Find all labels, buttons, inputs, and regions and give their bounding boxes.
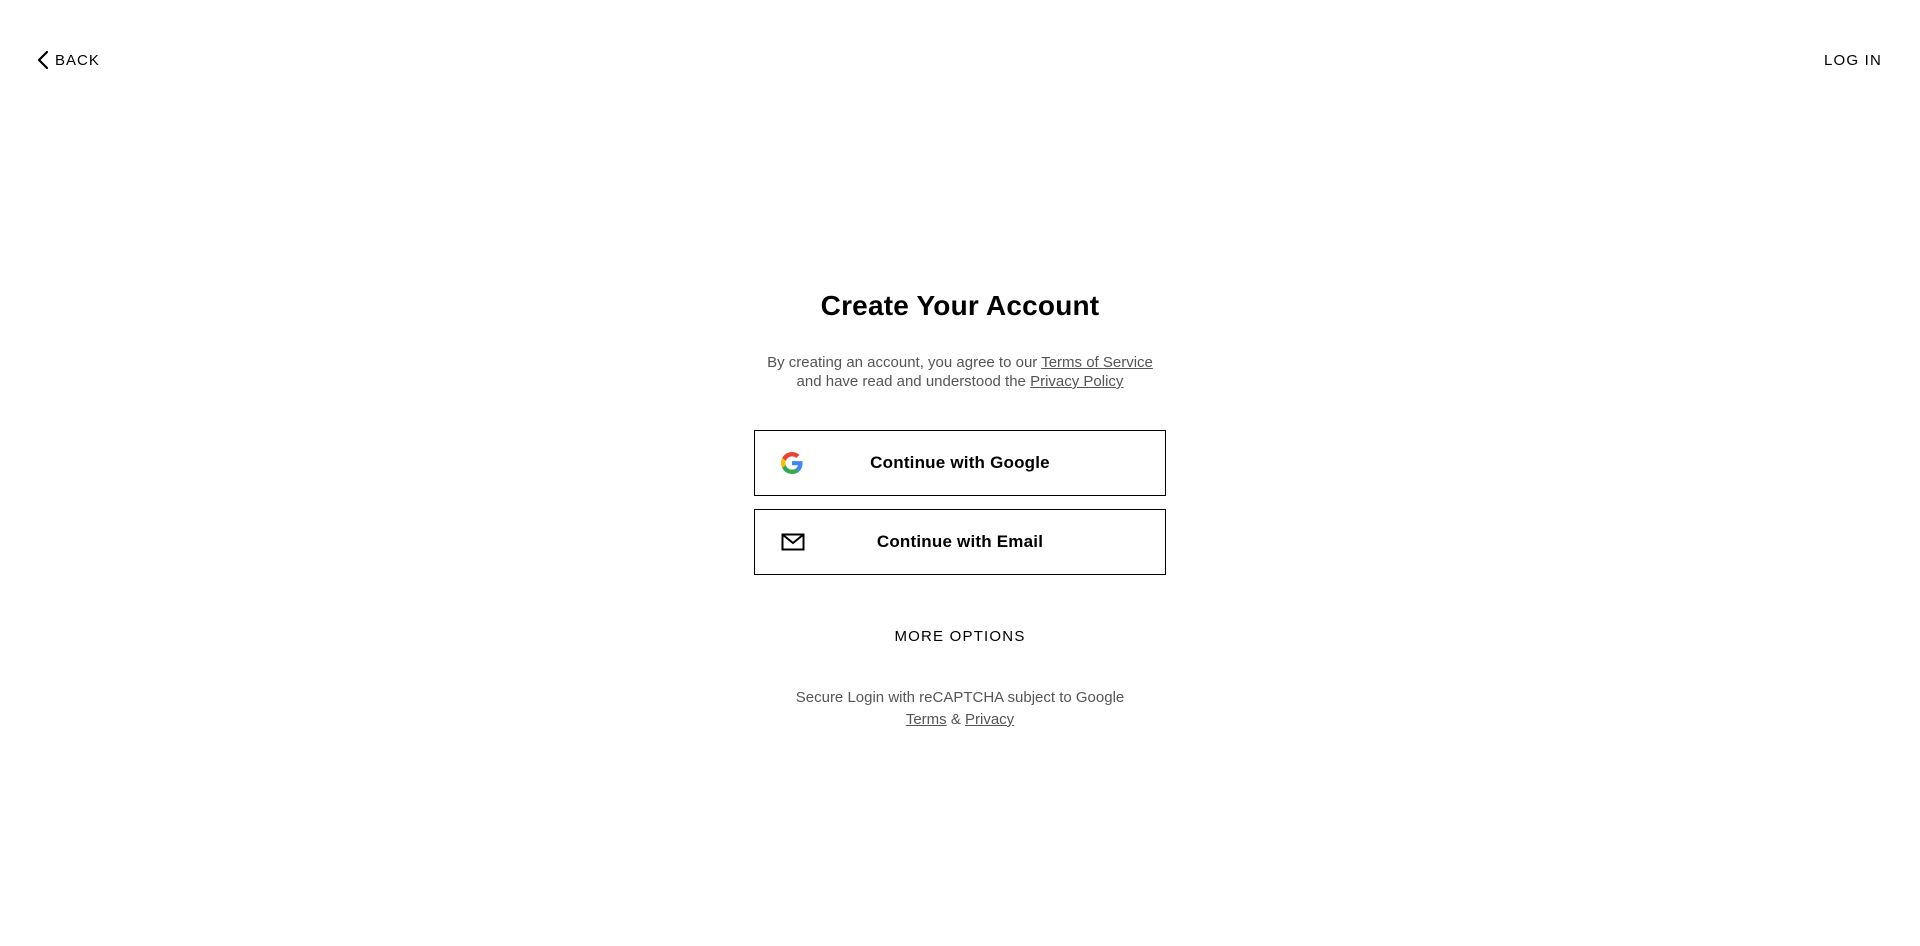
recaptcha-notice: Secure Login with reCAPTCHA subject to G… <box>796 687 1125 731</box>
page-title: Create Your Account <box>820 290 1100 321</box>
legal-line-1: By creating an account, you agree to our… <box>767 353 1153 372</box>
more-options-button[interactable]: MORE OPTIONS <box>894 628 1025 645</box>
signup-panel: Create Your Account By creating an accou… <box>0 0 1920 731</box>
page: BACK LOG IN Create Your Account By creat… <box>0 0 1920 946</box>
legal-line-2-text: and have read and understood the <box>796 373 1031 390</box>
privacy-policy-link[interactable]: Privacy Policy <box>1030 373 1123 390</box>
recaptcha-line-2: Terms & Privacy <box>796 709 1125 731</box>
recaptcha-privacy-link[interactable]: Privacy <box>965 711 1014 728</box>
legal-line-2: and have read and understood the Privacy… <box>767 372 1153 391</box>
recaptcha-line-1: Secure Login with reCAPTCHA subject to G… <box>795 689 1125 706</box>
google-logo-icon <box>781 452 803 474</box>
terms-of-service-link[interactable]: Terms of Service <box>1041 354 1153 371</box>
google-button-label: Continue with Google <box>870 453 1050 472</box>
legal-line-1-text: By creating an account, you agree to our <box>767 354 1042 371</box>
email-button-label: Continue with Email <box>876 532 1044 551</box>
continue-with-google-button[interactable]: Continue with Google <box>754 430 1166 496</box>
recaptcha-terms-link[interactable]: Terms <box>906 711 947 728</box>
continue-with-email-button[interactable]: Continue with Email <box>754 509 1166 575</box>
legal-notice: By creating an account, you agree to our… <box>767 353 1153 391</box>
recaptcha-separator: & <box>946 711 965 728</box>
envelope-icon <box>781 533 805 551</box>
